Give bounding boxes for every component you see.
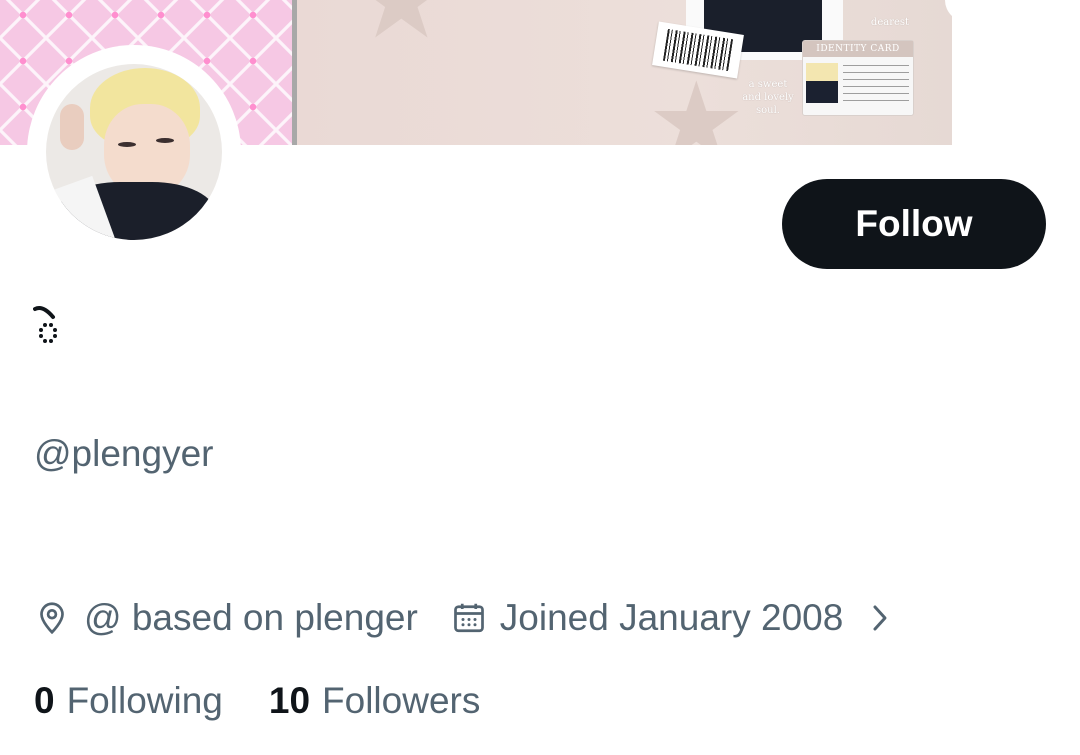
profile-meta: @ based on plenger Joined January 2008 (34, 595, 893, 641)
banner-dearest-text: dearest (870, 17, 910, 28)
id-card-details (843, 65, 909, 105)
following-label: Following (66, 680, 223, 721)
follow-button[interactable]: Follow (782, 179, 1046, 269)
followers-link[interactable]: 10 Followers (269, 680, 480, 722)
id-card-photo (806, 63, 838, 103)
banner-id-card: IDENTITY CARD (802, 40, 914, 116)
banner-star-icon: ★ (352, 0, 451, 55)
following-link[interactable]: 0 Following (34, 680, 223, 722)
avatar-eye (118, 142, 136, 147)
display-name-emoji-icon (33, 303, 63, 347)
followers-label: Followers (322, 680, 481, 721)
avatar-photo (46, 64, 222, 240)
joined-date-text: Joined January 2008 (499, 597, 844, 638)
profile-handle: @plengyer (34, 433, 214, 474)
avatar-hand (60, 104, 84, 150)
id-card-title: IDENTITY CARD (803, 41, 913, 57)
calendar-icon (451, 600, 487, 636)
map-pin-icon (34, 600, 70, 636)
location-text: @ based on plenger (84, 597, 418, 638)
banner-star-icon: ★ (647, 61, 746, 146)
followers-count: 10 (268, 680, 311, 721)
chevron-right-icon[interactable] (867, 600, 893, 636)
following-count: 0 (34, 680, 55, 721)
avatar[interactable] (27, 45, 241, 259)
avatar-eye (156, 138, 174, 143)
follow-counts: 0 Following 10 Followers (34, 678, 480, 724)
banner-tagline: a sweet and lovely soul. (742, 79, 794, 116)
